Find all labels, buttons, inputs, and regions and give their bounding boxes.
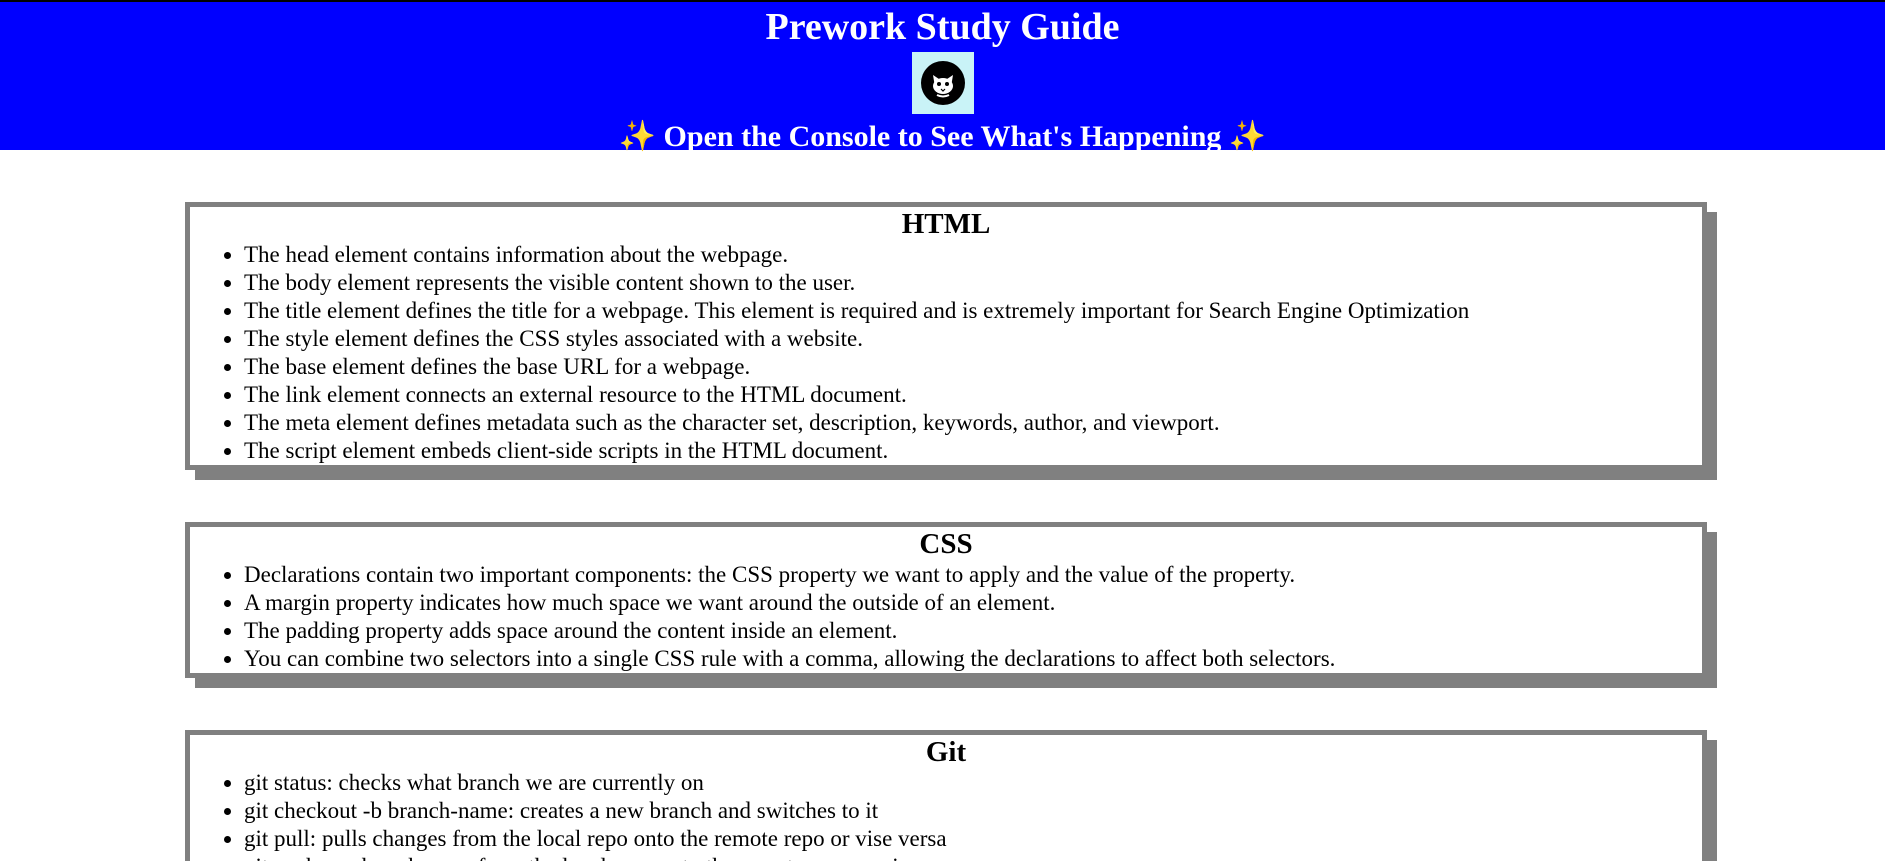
- list-item: The padding property adds space around t…: [244, 617, 1702, 645]
- page-title: Prework Study Guide: [765, 6, 1120, 48]
- section-css: CSS Declarations contain two important c…: [185, 522, 1707, 678]
- list-item: The title element defines the title for …: [244, 297, 1702, 325]
- logo: [911, 52, 974, 114]
- list-item: Declarations contain two important compo…: [244, 561, 1702, 589]
- list-item: The link element connects an external re…: [244, 381, 1702, 409]
- section-title: CSS: [919, 528, 973, 560]
- section-html: HTML The head element contains informati…: [185, 202, 1707, 470]
- list-item: The base element defines the base URL fo…: [244, 353, 1702, 381]
- list-item: git status: checks what branch we are cu…: [244, 769, 1702, 797]
- cat-logo-icon: [920, 61, 965, 105]
- list-item: The body element represents the visible …: [244, 269, 1702, 297]
- list-item: The meta element defines metadata such a…: [244, 409, 1702, 437]
- section-list: git status: checks what branch we are cu…: [190, 769, 1702, 861]
- list-item: git push: pushes changes from the local …: [244, 853, 1702, 861]
- section-list: The head element contains information ab…: [190, 241, 1702, 465]
- list-item: A margin property indicates how much spa…: [244, 589, 1702, 617]
- list-item: The script element embeds client-side sc…: [244, 437, 1702, 465]
- list-item: You can combine two selectors into a sin…: [244, 645, 1702, 673]
- section-title: HTML: [901, 208, 991, 240]
- page-subtitle: ✨ Open the Console to See What's Happeni…: [618, 120, 1267, 153]
- list-item: The style element defines the CSS styles…: [244, 325, 1702, 353]
- list-item: git checkout -b branch-name: creates a n…: [244, 797, 1702, 825]
- section-title: Git: [925, 736, 967, 768]
- section-git: Git git status: checks what branch we ar…: [185, 730, 1707, 861]
- list-item: git pull: pulls changes from the local r…: [244, 825, 1702, 853]
- section-list: Declarations contain two important compo…: [190, 561, 1702, 673]
- page-header: Prework Study Guide ✨ Open the Console t…: [0, 0, 1885, 153]
- list-item: The head element contains information ab…: [244, 241, 1702, 269]
